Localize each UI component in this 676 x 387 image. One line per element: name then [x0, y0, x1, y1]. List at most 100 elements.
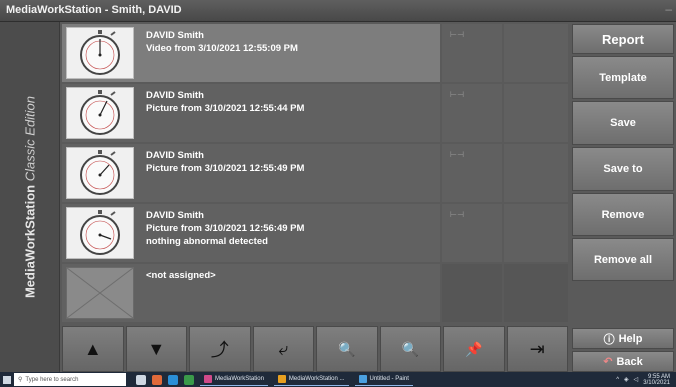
stopwatch-icon [66, 207, 134, 259]
system-tray: ^ ◈ ◁ 9:55 AM 3/10/2021 [616, 374, 676, 386]
item-description: Picture from 3/10/2021 12:56:49 PM [146, 223, 305, 234]
move-up-icon: ▲ [83, 338, 102, 359]
item-description: Picture from 3/10/2021 12:55:49 PM [146, 163, 305, 174]
marker-column: ⊢⊣ ⊢⊣ ⊢⊣ ⊢⊣ [442, 24, 502, 322]
fit-width-icon: ⇥ [529, 338, 545, 359]
item-patient: DAVID Smith [146, 150, 204, 161]
app-icon [277, 375, 286, 383]
annotation-cell[interactable] [504, 84, 568, 142]
taskbar-app-label: MediaWorkStation [215, 376, 264, 382]
empty-slot-icon [66, 267, 134, 319]
taskbar-app-label: MediaWorkStation ... [288, 376, 345, 382]
zoom-in-button[interactable]: 🔍 [316, 326, 378, 372]
taskbar-search-placeholder: Type here to search [25, 376, 79, 383]
item-patient: DAVID Smith [146, 30, 204, 41]
brand-name: MediaWorkStation [22, 184, 37, 299]
item-info: DAVID Smith Picture from 3/10/2021 12:56… [146, 209, 304, 248]
window-title: MediaWorkStation - Smith, DAVID [6, 4, 182, 16]
back-arrow-icon: ↶ [603, 356, 613, 368]
stopwatch-icon [66, 27, 134, 79]
brand-strip: MediaWorkStation Classic Edition [0, 22, 60, 372]
report-button[interactable]: Report [572, 24, 674, 54]
item-unassigned: <not assigned> [146, 270, 216, 281]
annotation-column [504, 24, 568, 322]
move-down-icon: ▼ [147, 338, 166, 359]
volume-icon[interactable]: ◁ [634, 376, 639, 383]
rotate-left-button[interactable]: ⤶ [252, 326, 314, 372]
item-info: <not assigned> [146, 269, 216, 282]
zoom-out-button[interactable]: 🔍 [379, 326, 441, 372]
remove-all-button[interactable]: Remove all [572, 238, 674, 281]
item-note: nothing abnormal detected [146, 236, 268, 247]
paint-icon [358, 375, 367, 383]
remove-button[interactable]: Remove [572, 193, 674, 236]
taskbar-search[interactable]: ⚲ Type here to search [14, 373, 126, 386]
taskbar-app[interactable]: Untitled - Paint [354, 373, 413, 386]
item-description: Picture from 3/10/2021 12:55:44 PM [146, 103, 305, 114]
media-item[interactable]: DAVID Smith Video from 3/10/2021 12:55:0… [62, 24, 440, 82]
clock-date: 3/10/2021 [643, 379, 670, 386]
item-patient: DAVID Smith [146, 210, 204, 221]
pinned-app-icon[interactable] [184, 374, 194, 385]
template-button[interactable]: Template [572, 56, 674, 99]
save-to-button[interactable]: Save to [572, 147, 674, 191]
marker-cell[interactable]: ⊢⊣ [442, 144, 502, 202]
item-patient: DAVID Smith [146, 90, 204, 101]
clock-time: 9:55 AM [647, 373, 670, 380]
zoom-in-icon: 🔍 [338, 340, 356, 357]
pin-button[interactable]: 📌 [443, 326, 505, 372]
marker-cell[interactable]: ⊢⊣ [442, 84, 502, 142]
rotate-right-icon: ⤴ [210, 340, 229, 360]
media-item[interactable]: DAVID Smith Picture from 3/10/2021 12:55… [62, 84, 440, 142]
stopwatch-icon [66, 87, 134, 139]
search-icon: ⚲ [18, 377, 23, 383]
brand-text: MediaWorkStation Classic Edition [22, 96, 37, 298]
help-button[interactable]: ⓘ Help [572, 328, 674, 349]
bottom-toolbar: ▲ ▼ ⤴ ⤶ 🔍 🔍 📌 ⇥ [62, 326, 568, 372]
media-item[interactable]: DAVID Smith Picture from 3/10/2021 12:55… [62, 144, 440, 202]
media-list: DAVID Smith Video from 3/10/2021 12:55:0… [62, 24, 440, 322]
marker-cell[interactable]: ⊢⊣ [442, 204, 502, 262]
item-info: DAVID Smith Picture from 3/10/2021 12:55… [146, 149, 304, 175]
item-info: DAVID Smith Video from 3/10/2021 12:55:0… [146, 29, 298, 55]
taskbar-app[interactable]: MediaWorkStation [200, 373, 268, 386]
brand-edition: Classic Edition [22, 95, 37, 182]
stopwatch-icon [66, 147, 134, 199]
network-icon[interactable]: ◈ [624, 376, 629, 383]
start-button[interactable] [0, 372, 14, 387]
back-label: Back [616, 355, 643, 368]
media-item[interactable]: DAVID Smith Picture from 3/10/2021 12:56… [62, 204, 440, 262]
rotate-left-icon: ⤶ [278, 338, 289, 359]
move-up-button[interactable]: ▲ [62, 326, 124, 372]
pin-marker-icon: ⊢⊣ [450, 150, 464, 159]
os-taskbar: ⚲ Type here to search MediaWorkStation M… [0, 372, 676, 387]
taskbar-app[interactable]: MediaWorkStation ... [273, 373, 349, 386]
marker-cell[interactable] [442, 264, 502, 322]
pin-marker-icon: ⊢⊣ [450, 90, 464, 99]
back-button[interactable]: ↶ Back [572, 351, 674, 372]
annotation-cell[interactable] [504, 264, 568, 322]
marker-cell[interactable]: ⊢⊣ [442, 24, 502, 82]
item-description: Video from 3/10/2021 12:55:09 PM [146, 43, 298, 54]
help-icon: ⓘ [603, 333, 615, 346]
task-view-icon[interactable] [136, 374, 146, 385]
app-icon [204, 375, 212, 383]
chevron-up-icon[interactable]: ^ [616, 377, 619, 383]
clock[interactable]: 9:55 AM 3/10/2021 [643, 374, 670, 386]
media-item-empty[interactable]: <not assigned> [62, 264, 440, 322]
help-label: Help [618, 332, 643, 345]
pin-icon: 📌 [465, 340, 483, 357]
annotation-cell[interactable] [504, 24, 568, 82]
edge-icon[interactable] [168, 374, 178, 385]
move-down-button[interactable]: ▼ [125, 326, 187, 372]
save-button[interactable]: Save [572, 101, 674, 145]
zoom-out-icon: 🔍 [401, 340, 419, 357]
pin-marker-icon: ⊢⊣ [450, 30, 464, 39]
rotate-right-button[interactable]: ⤴ [189, 326, 251, 372]
windows-logo-icon [3, 375, 11, 384]
pinned-app-icon[interactable] [152, 374, 162, 385]
fit-width-button[interactable]: ⇥ [506, 326, 568, 372]
minimize-button[interactable]: – [665, 2, 672, 16]
annotation-cell[interactable] [504, 144, 568, 202]
annotation-cell[interactable] [504, 204, 568, 262]
